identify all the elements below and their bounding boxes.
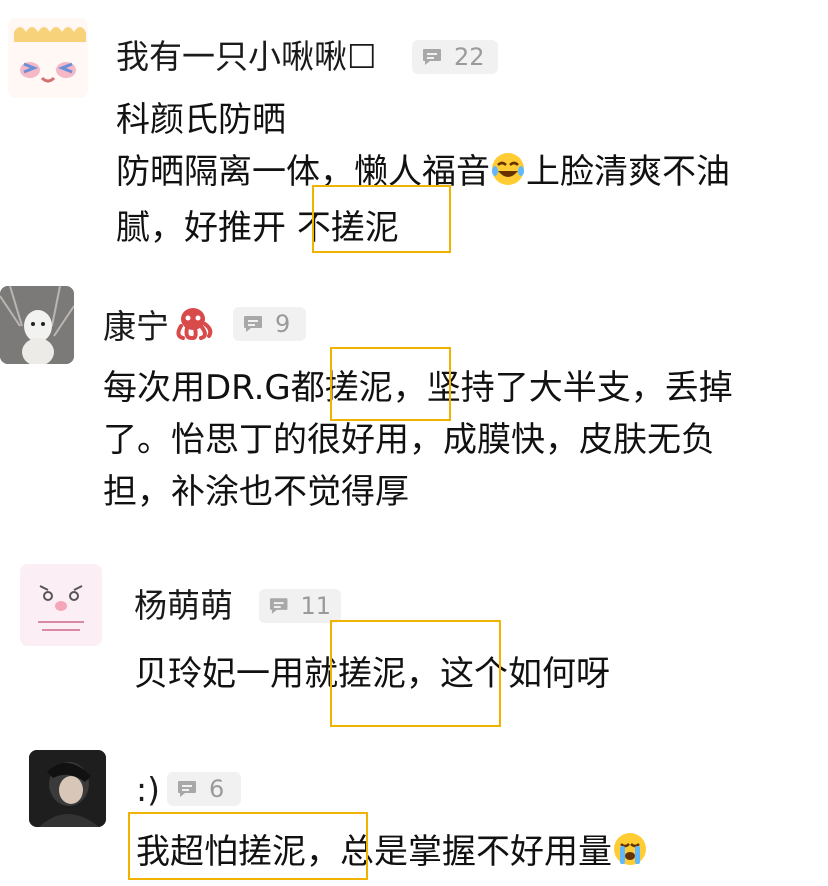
comment-icon bbox=[269, 598, 288, 614]
text-line: 每次用DR.G都搓泥，坚持了大半支，丢掉 bbox=[103, 368, 733, 408]
comment-text: 贝玲妃一用就搓泥，这个如何呀 bbox=[134, 648, 610, 700]
reply-count-badge[interactable]: 6 bbox=[167, 772, 241, 806]
joy-tears-emoji bbox=[490, 150, 526, 202]
reply-count: 6 bbox=[209, 775, 225, 803]
comment-text: 每次用DR.G都搓泥，坚持了大半支，丢掉 了。怡思丁的很好用，成膜快，皮肤无负 … bbox=[103, 362, 733, 518]
reply-count-badge[interactable]: 11 bbox=[259, 589, 341, 623]
reply-count: 22 bbox=[454, 43, 485, 71]
text-line: 贝玲妃一用就搓泥，这个如何呀 bbox=[134, 654, 610, 694]
reply-count-badge[interactable]: 22 bbox=[412, 40, 498, 74]
comment-icon bbox=[178, 781, 196, 797]
crying-emoji bbox=[612, 830, 648, 882]
text-line: 我超怕搓泥，总是掌握不好用量 bbox=[136, 826, 648, 882]
reply-count: 11 bbox=[300, 592, 331, 620]
username[interactable]: 我有一只小啾啾☐ bbox=[116, 37, 377, 77]
octopus-emoji bbox=[173, 306, 213, 351]
text-line: 科颜氏防晒 bbox=[116, 100, 286, 140]
text-line: 担，补涂也不觉得厚 bbox=[103, 472, 409, 512]
username[interactable]: 康宁 bbox=[103, 306, 213, 351]
avatar[interactable] bbox=[0, 286, 74, 364]
avatar[interactable] bbox=[20, 564, 102, 646]
username[interactable]: :) bbox=[136, 770, 160, 810]
comment-text: 科颜氏防晒 防晒隔离一体，懒人福音 上脸清爽不油 腻，好推开 不搓泥 bbox=[116, 94, 730, 254]
text-line: 了。怡思丁的很好用，成膜快，皮肤无负 bbox=[103, 420, 715, 460]
comment-icon bbox=[244, 316, 262, 332]
text-line: 防晒隔离一体，懒人福音 上脸清爽不油 bbox=[116, 146, 730, 202]
reply-count: 9 bbox=[275, 310, 291, 338]
reply-count-badge[interactable]: 9 bbox=[233, 307, 306, 341]
avatar[interactable] bbox=[8, 18, 88, 98]
username[interactable]: 杨萌萌 bbox=[134, 586, 233, 626]
avatar[interactable] bbox=[29, 750, 106, 827]
text-line: 腻，好推开 不搓泥 bbox=[116, 208, 399, 248]
comment-icon bbox=[423, 49, 441, 65]
comment-text: 我超怕搓泥，总是掌握不好用量 bbox=[136, 826, 648, 882]
